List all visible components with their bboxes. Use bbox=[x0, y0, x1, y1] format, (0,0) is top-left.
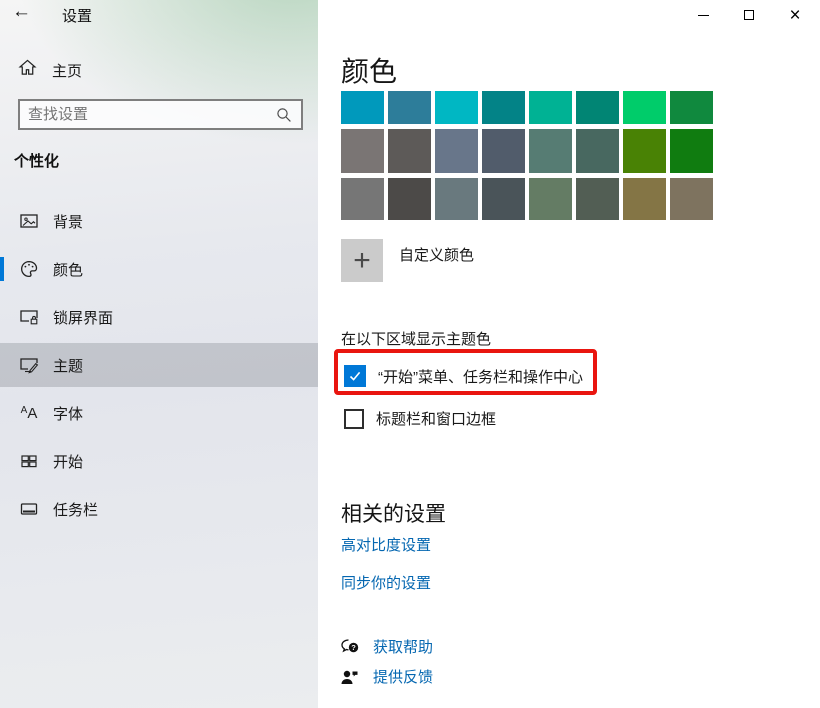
sidebar-item-colors[interactable]: 颜色 bbox=[0, 247, 318, 291]
sidebar-item-lock-screen[interactable]: 锁屏界面 bbox=[0, 295, 318, 339]
accent-color-swatch[interactable] bbox=[576, 91, 619, 124]
plus-icon: + bbox=[353, 246, 371, 276]
taskbar-icon bbox=[18, 499, 40, 519]
fonts-icon: AA bbox=[18, 406, 40, 421]
accent-color-swatch[interactable] bbox=[576, 178, 619, 220]
related-settings-heading: 相关的设置 bbox=[341, 498, 446, 528]
home-icon bbox=[18, 58, 37, 82]
accent-color-swatch[interactable] bbox=[341, 178, 384, 220]
search-input[interactable] bbox=[20, 106, 276, 123]
close-icon: × bbox=[789, 6, 800, 25]
sidebar-item-taskbar[interactable]: 任务栏 bbox=[0, 487, 318, 531]
search-box[interactable] bbox=[18, 99, 303, 130]
background-image-icon bbox=[18, 211, 40, 231]
accent-color-swatch[interactable] bbox=[576, 129, 619, 173]
color-palette-icon bbox=[18, 259, 40, 279]
themes-icon bbox=[18, 355, 40, 375]
sidebar-item-label: 字体 bbox=[53, 403, 83, 424]
sidebar-item-label: 锁屏界面 bbox=[53, 307, 113, 328]
lock-screen-icon bbox=[18, 307, 40, 327]
custom-color-label: 自定义颜色 bbox=[399, 244, 474, 265]
window-controls: × bbox=[680, 0, 818, 30]
accent-color-swatch[interactable] bbox=[341, 91, 384, 124]
sidebar-item-start[interactable]: 开始 bbox=[0, 439, 318, 483]
unchecked-checkbox-icon[interactable] bbox=[344, 409, 364, 429]
accent-color-swatch[interactable] bbox=[623, 178, 666, 220]
accent-color-swatch[interactable] bbox=[435, 178, 478, 220]
sidebar-item-label: 主页 bbox=[52, 60, 82, 81]
accent-color-swatch[interactable] bbox=[670, 178, 713, 220]
accent-color-swatch[interactable] bbox=[435, 129, 478, 173]
checkbox-label: 标题栏和窗口边框 bbox=[376, 408, 496, 429]
back-button[interactable]: ← bbox=[12, 1, 31, 23]
sync-your-settings-link[interactable]: 同步你的设置 bbox=[341, 572, 431, 593]
get-help-link[interactable]: ? 获取帮助 bbox=[340, 636, 433, 657]
accent-color-swatch[interactable] bbox=[529, 129, 572, 173]
page-title: 颜色 bbox=[341, 50, 397, 90]
sidebar-item-themes[interactable]: 主题 bbox=[0, 343, 318, 387]
accent-surfaces-label: 在以下区域显示主题色 bbox=[341, 328, 491, 349]
start-icon bbox=[18, 451, 40, 471]
give-feedback-label: 提供反馈 bbox=[373, 666, 433, 687]
accent-color-swatch[interactable] bbox=[670, 129, 713, 173]
sidebar-item-label: 颜色 bbox=[53, 259, 83, 280]
sidebar-item-label: 任务栏 bbox=[53, 499, 98, 520]
accent-color-swatch[interactable] bbox=[388, 178, 431, 220]
get-help-label: 获取帮助 bbox=[373, 636, 433, 657]
get-help-icon: ? bbox=[340, 638, 360, 656]
feedback-icon bbox=[340, 668, 360, 686]
minimize-icon bbox=[698, 15, 709, 16]
close-button[interactable]: × bbox=[772, 0, 818, 30]
give-feedback-link[interactable]: 提供反馈 bbox=[340, 666, 433, 687]
titlebar: ← 设置 bbox=[0, 0, 318, 30]
section-header-personalization: 个性化 bbox=[14, 150, 59, 171]
accent-color-swatch[interactable] bbox=[388, 129, 431, 173]
checked-checkbox-icon[interactable] bbox=[344, 365, 366, 387]
checkbox-label: “开始”菜单、任务栏和操作中心 bbox=[378, 366, 583, 387]
search-icon[interactable] bbox=[276, 107, 292, 123]
sidebar: ← 设置 主页 个性化 背景 颜色 锁屏界面 主 bbox=[0, 0, 318, 708]
custom-color-button[interactable]: + bbox=[341, 239, 383, 282]
sidebar-item-background[interactable]: 背景 bbox=[0, 199, 318, 243]
accent-color-swatch[interactable] bbox=[482, 178, 525, 220]
settings-window: { "window": { "app_title": "设置", "back_g… bbox=[0, 0, 820, 708]
accent-color-swatch[interactable] bbox=[623, 91, 666, 124]
accent-color-swatch[interactable] bbox=[482, 129, 525, 173]
sidebar-item-fonts[interactable]: AA 字体 bbox=[0, 391, 318, 435]
checkbox-title-bars-window-borders[interactable]: 标题栏和窗口边框 bbox=[344, 408, 496, 429]
maximize-button[interactable] bbox=[726, 0, 772, 30]
svg-text:?: ? bbox=[351, 643, 356, 652]
app-title: 设置 bbox=[62, 5, 92, 26]
accent-color-swatch[interactable] bbox=[529, 178, 572, 220]
checkbox-start-taskbar-action-center[interactable]: “开始”菜单、任务栏和操作中心 bbox=[344, 365, 583, 387]
accent-color-grid bbox=[341, 91, 713, 220]
accent-color-swatch[interactable] bbox=[341, 129, 384, 173]
sidebar-item-home[interactable]: 主页 bbox=[18, 58, 82, 82]
accent-color-swatch[interactable] bbox=[529, 91, 572, 124]
maximize-icon bbox=[744, 10, 754, 20]
accent-color-swatch[interactable] bbox=[482, 91, 525, 124]
high-contrast-settings-link[interactable]: 高对比度设置 bbox=[341, 534, 431, 555]
accent-color-swatch[interactable] bbox=[670, 91, 713, 124]
sidebar-item-label: 开始 bbox=[53, 451, 83, 472]
minimize-button[interactable] bbox=[680, 0, 726, 30]
accent-color-swatch[interactable] bbox=[435, 91, 478, 124]
sidebar-item-label: 主题 bbox=[53, 355, 83, 376]
accent-color-swatch[interactable] bbox=[623, 129, 666, 173]
accent-color-swatch[interactable] bbox=[388, 91, 431, 124]
sidebar-item-label: 背景 bbox=[53, 211, 83, 232]
